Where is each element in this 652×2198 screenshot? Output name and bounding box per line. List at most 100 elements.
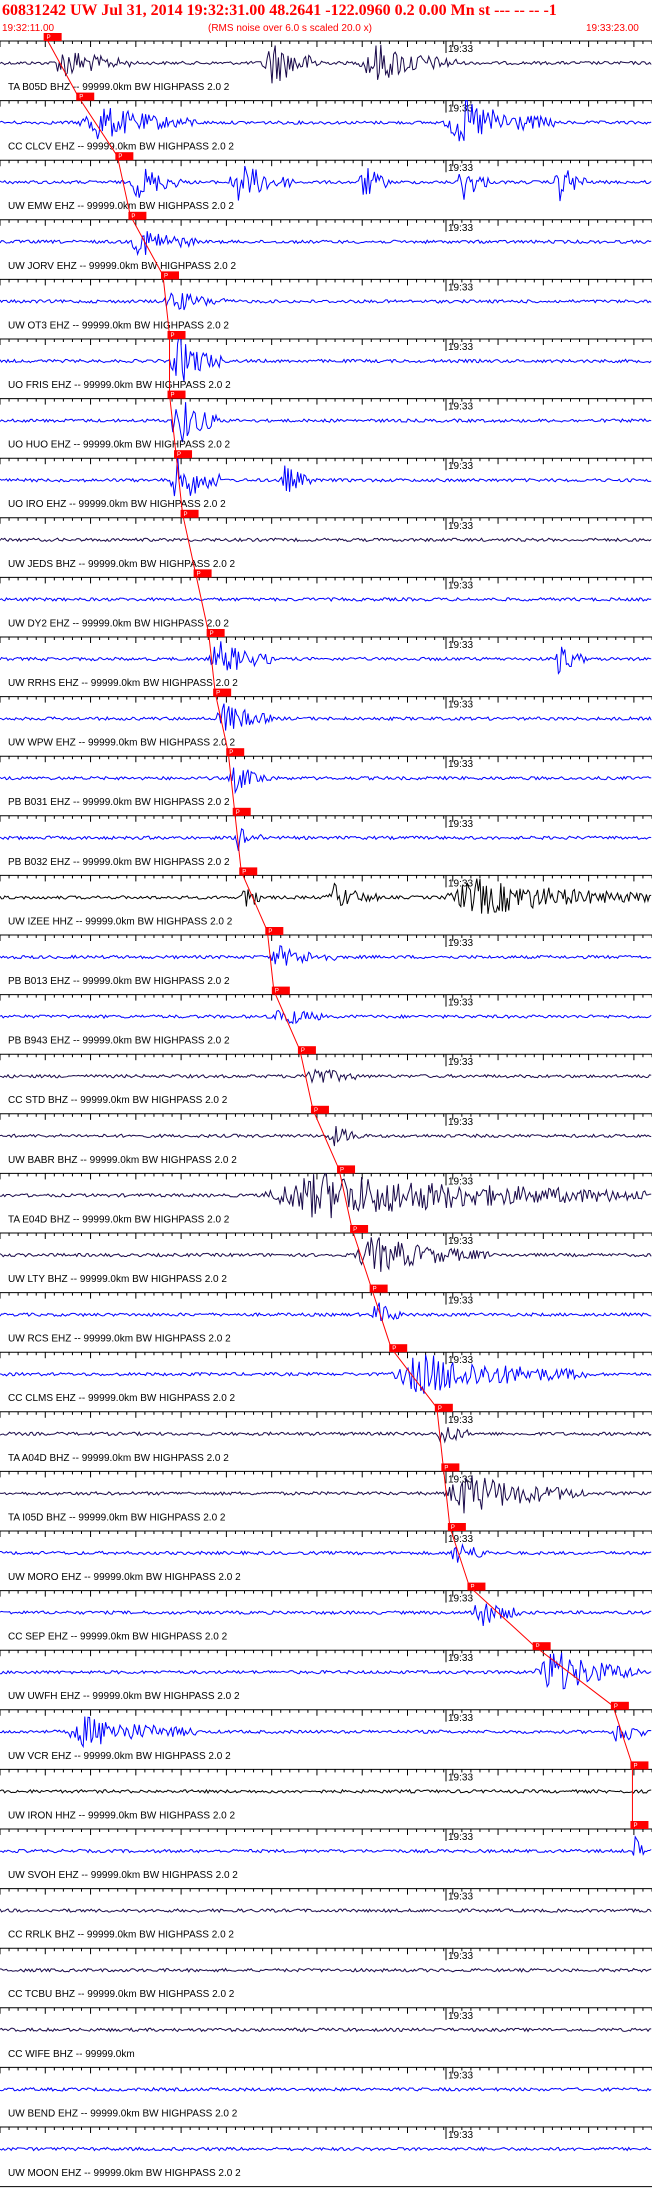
trace-row: 19:33 CC RRLK BHZ -- 99999.0km BW HIGHPAS… bbox=[0, 1888, 652, 1941]
minute-label: 19:33 bbox=[448, 759, 473, 770]
waveform bbox=[0, 703, 652, 731]
trace-row: 19:33 UO HUO EHZ -- 99999.0km BW HIGHPASS… bbox=[0, 398, 652, 451]
trace-row: 19:33 UW SVOH EHZ -- 99999.0km BW HIGHPAS… bbox=[0, 1828, 652, 1881]
station-label: UW MORO EHZ -- 99999.0km BW HIGHPASS 2.0… bbox=[8, 1572, 241, 1583]
waveform bbox=[0, 878, 652, 914]
station-label: TA I05D BHZ -- 99999.0km BW HIGHPASS 2.0… bbox=[8, 1512, 226, 1523]
start-time: 19:32:11.00 bbox=[2, 23, 55, 34]
pick-label: P bbox=[301, 1048, 305, 1054]
end-time: 19:33:23.00 bbox=[586, 23, 639, 34]
minute-label: 19:33 bbox=[448, 580, 473, 591]
trace-row: 19:33 UW JORV EHZ -- 99999.0km BW HIGHPAS… bbox=[0, 219, 652, 272]
pick-label: P bbox=[216, 691, 220, 697]
trace-row: 19:33 TA E04D BHZ -- 99999.0km BW HIGHPAS… bbox=[0, 1172, 652, 1225]
waveform bbox=[0, 1068, 652, 1084]
station-label: UW BABR BHZ -- 99999.0km BW HIGHPASS 2.0… bbox=[8, 1155, 237, 1166]
station-label: UW LTY BHZ -- 99999.0km BW HIGHPASS 2.0 … bbox=[8, 1274, 227, 1285]
trace-row: 19:33 UW IZEE HHZ -- 99999.0km BW HIGHPAS… bbox=[0, 874, 652, 927]
trace-row: 19:33 TA A04D BHZ -- 99999.0km BW HIGHPAS… bbox=[0, 1411, 652, 1464]
trace-row: 19:33 UW JEDS BHZ -- 99999.0km BW HIGHPAS… bbox=[0, 517, 652, 570]
station-label: UW OT3 EHZ -- 99999.0km BW HIGHPASS 2.0 … bbox=[8, 320, 229, 331]
pick-label: P bbox=[438, 1406, 442, 1412]
station-label: PB B032 EHZ -- 99999.0km BW HIGHPASS 2.0… bbox=[8, 857, 230, 868]
minute-label: 19:33 bbox=[448, 1951, 473, 1962]
station-label: UO FRIS EHZ -- 99999.0km BW HIGHPASS 2.0… bbox=[8, 380, 231, 391]
pick-label: P bbox=[392, 1346, 396, 1352]
minute-label: 19:33 bbox=[448, 1594, 473, 1605]
waveform bbox=[0, 537, 652, 543]
station-label: UW SVOH EHZ -- 99999.0km BW HIGHPASS 2.0… bbox=[8, 1870, 238, 1881]
waveform bbox=[0, 231, 652, 257]
pick-moveout-line bbox=[436, 1407, 444, 1468]
minute-label: 19:33 bbox=[448, 1236, 473, 1247]
waveform bbox=[0, 1835, 652, 1856]
station-label: CC RRLK BHZ -- 99999.0km BW HIGHPASS 2.0… bbox=[8, 1930, 234, 1941]
pick-moveout-line bbox=[266, 930, 275, 991]
station-label: UW JEDS BHZ -- 99999.0km BW HIGHPASS 2.0… bbox=[8, 559, 236, 570]
trace-row: 19:33 UW UWFH EHZ -- 99999.0km BW HIGHPAS… bbox=[0, 1649, 652, 1702]
station-label: UO HUO EHZ -- 99999.0km BW HIGHPASS 2.0 … bbox=[8, 440, 231, 451]
pick-label: P bbox=[210, 631, 214, 637]
waveform bbox=[0, 292, 652, 311]
pick-label: P bbox=[164, 273, 168, 279]
pick-label: P bbox=[171, 333, 175, 339]
trace-row: 19:33 TA B05D BHZ -- 99999.0km BW HIGHPAS… bbox=[0, 40, 652, 93]
waveform bbox=[0, 1173, 652, 1219]
trace-row: 19:33 PB B013 EHZ -- 99999.0km BW HIGHPAS… bbox=[0, 934, 652, 987]
minute-label: 19:33 bbox=[448, 700, 473, 711]
trace-row: 19:33 UW DY2 EHZ -- 99999.0km BW HIGHPASS… bbox=[0, 576, 652, 629]
minute-label: 19:33 bbox=[448, 938, 473, 949]
pick-moveout-line bbox=[371, 1288, 392, 1349]
station-label: PB B943 EHZ -- 99999.0km BW HIGHPASS 2.0… bbox=[8, 1036, 230, 1047]
trace-row: 19:33 UW LTY BHZ -- 99999.0km BW HIGHPASS… bbox=[0, 1232, 652, 1285]
waveform bbox=[0, 641, 652, 675]
waveform bbox=[0, 596, 652, 602]
station-label: UW MOON EHZ -- 99999.0km BW HIGHPASS 2.0… bbox=[8, 2168, 241, 2179]
waveform bbox=[0, 828, 652, 851]
pick-label: P bbox=[353, 1227, 357, 1233]
trace-row: 19:33 CC SEP EHZ -- 99999.0km BW HIGHPASS… bbox=[0, 1590, 652, 1643]
station-label: CC CLMS EHZ -- 99999.0km BW HIGHPASS 2.0… bbox=[8, 1393, 236, 1404]
station-label: TA A04D BHZ -- 99999.0km BW HIGHPASS 2.0… bbox=[8, 1453, 229, 1464]
station-label: PB B031 EHZ -- 99999.0km BW HIGHPASS 2.0… bbox=[8, 797, 230, 808]
trace-row: 19:33 UW OT3 EHZ -- 99999.0km BW HIGHPASS… bbox=[0, 278, 652, 331]
pick-label: P bbox=[633, 1763, 637, 1769]
minute-label: 19:33 bbox=[448, 1653, 473, 1664]
minute-label: 19:33 bbox=[448, 342, 473, 353]
station-label: CC TCBU BHZ -- 99999.0km BW HIGHPASS 2.0… bbox=[8, 1989, 235, 2000]
trace-row: 19:33 UW RRHS EHZ -- 99999.0km BW HIGHPAS… bbox=[0, 636, 652, 689]
waveform bbox=[0, 2146, 652, 2152]
waveform bbox=[0, 402, 652, 443]
waveform bbox=[0, 1427, 652, 1444]
waveform bbox=[0, 1354, 652, 1394]
pick-label: P bbox=[340, 1167, 344, 1173]
pick-label: P bbox=[614, 1704, 618, 1710]
waveform bbox=[0, 2086, 652, 2092]
minute-label: 19:33 bbox=[448, 1832, 473, 1843]
waveform bbox=[0, 165, 652, 202]
station-label: CC CLCV EHZ -- 99999.0km BW HIGHPASS 2.0… bbox=[8, 142, 234, 153]
station-label: UW UWFH EHZ -- 99999.0km BW HIGHPASS 2.0… bbox=[8, 1691, 240, 1702]
pick-label: P bbox=[236, 810, 240, 816]
pick-moveout-line bbox=[612, 1705, 633, 1766]
station-label: UW RRHS EHZ -- 99999.0km BW HIGHPASS 2.0… bbox=[8, 678, 238, 689]
waveform bbox=[0, 333, 652, 382]
station-label: TA B05D BHZ -- 99999.0km BW HIGHPASS 2.0… bbox=[8, 82, 230, 93]
station-label: TA E04D BHZ -- 99999.0km BW HIGHPASS 2.0… bbox=[8, 1214, 230, 1225]
station-label: UW WPW EHZ -- 99999.0km BW HIGHPASS 2.0 … bbox=[8, 738, 236, 749]
trace-row: 19:33 TA I05D BHZ -- 99999.0km BW HIGHPAS… bbox=[0, 1470, 652, 1523]
scaling-note: (RMS noise over 6.0 s scaled 20.0 x) bbox=[208, 23, 372, 34]
minute-label: 19:33 bbox=[448, 878, 473, 889]
waveform bbox=[0, 945, 652, 966]
minute-label: 19:33 bbox=[448, 223, 473, 234]
waveform bbox=[0, 1237, 652, 1272]
minute-label: 19:33 bbox=[448, 2070, 473, 2081]
minute-label: 19:33 bbox=[448, 998, 473, 1009]
station-label: UW JORV EHZ -- 99999.0km BW HIGHPASS 2.0… bbox=[8, 261, 236, 272]
pick-label: P bbox=[184, 512, 188, 518]
pick-moveout-line bbox=[390, 1347, 438, 1409]
pick-moveout-line bbox=[534, 1645, 614, 1707]
station-label: UW EMW EHZ -- 99999.0km BW HIGHPASS 2.0 … bbox=[8, 201, 234, 212]
station-label: UO IRO EHZ -- 99999.0km BW HIGHPASS 2.0 … bbox=[8, 499, 226, 510]
waveform bbox=[0, 767, 652, 795]
